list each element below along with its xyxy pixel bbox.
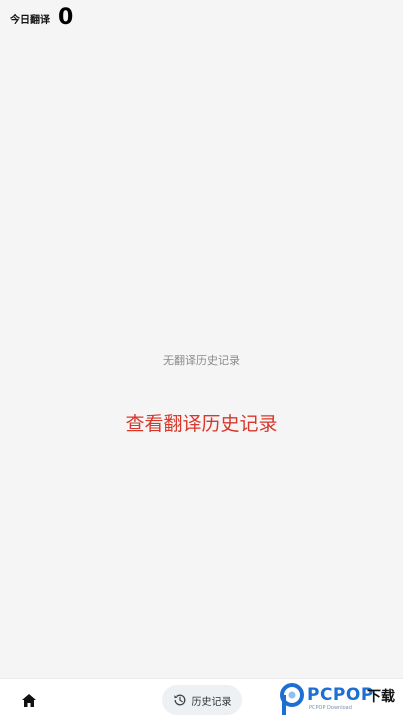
watermark-suffix: 下载 xyxy=(367,689,395,705)
home-icon xyxy=(22,693,36,707)
today-translation-header: 今日翻译 0 xyxy=(10,6,73,30)
history-clock-icon xyxy=(173,694,185,706)
history-button-label: 历史记录 xyxy=(191,696,232,708)
pcpop-logo-icon xyxy=(280,683,304,715)
pcpop-watermark: PCPOP 下载 PCPOP Download xyxy=(279,682,401,718)
today-translation-count: 0 xyxy=(58,5,74,30)
watermark-small-text: PCPOP Download xyxy=(309,705,352,711)
view-history-link[interactable]: 查看翻译历史记录 xyxy=(0,409,403,436)
history-button[interactable]: 历史记录 xyxy=(162,685,242,715)
app-screen: 今日翻译 0 无翻译历史记录 查看翻译历史记录 历史记录 PCPOP 下载 PC… xyxy=(0,0,403,721)
home-button[interactable] xyxy=(18,689,40,711)
watermark-brand: PCPOP xyxy=(307,685,374,705)
empty-history-text: 无翻译历史记录 xyxy=(163,354,240,367)
today-translation-label: 今日翻译 xyxy=(10,15,50,26)
